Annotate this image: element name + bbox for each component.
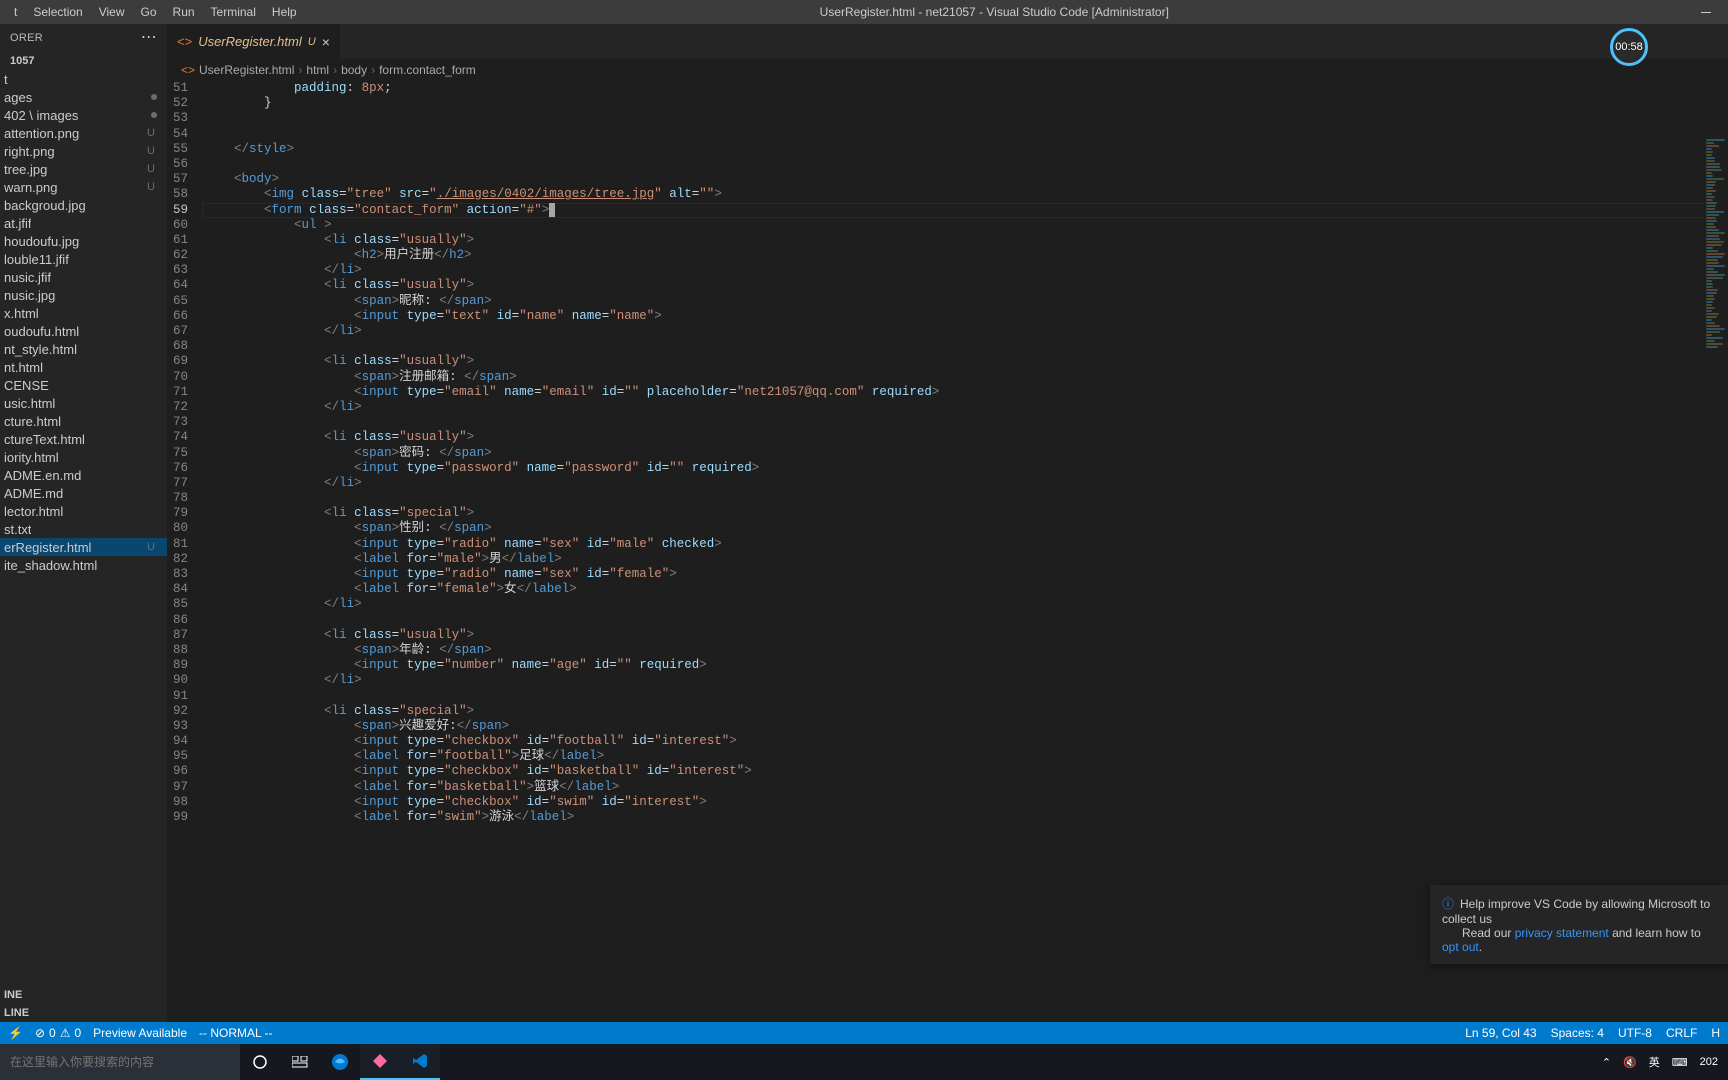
tray-year[interactable]: 202: [1700, 1056, 1718, 1068]
file-item[interactable]: nt_style.html: [0, 340, 167, 358]
tab-git-badge: U: [308, 36, 316, 48]
file-item[interactable]: louble11.jfif: [0, 250, 167, 268]
editor-tabs: <> UserRegister.html U ×: [167, 24, 1728, 59]
task-view-icon[interactable]: [280, 1044, 320, 1080]
vscode-icon[interactable]: [400, 1044, 440, 1080]
file-tree: tages402 \ imagesattention.pngUright.png…: [0, 70, 167, 574]
tab-close-icon[interactable]: ×: [322, 34, 330, 50]
file-item[interactable]: x.html: [0, 304, 167, 322]
notif-text-1: Help improve VS Code by allowing Microso…: [1442, 897, 1710, 926]
file-item[interactable]: nusic.jfif: [0, 268, 167, 286]
tray-keyboard-icon[interactable]: ⌨: [1672, 1056, 1688, 1069]
breadcrumb-file-icon: <>: [181, 63, 195, 77]
indent-indicator[interactable]: Spaces: 4: [1551, 1026, 1604, 1040]
file-item[interactable]: nt.html: [0, 358, 167, 376]
file-item[interactable]: ctureText.html: [0, 430, 167, 448]
chevron-right-icon: ›: [298, 63, 302, 77]
menu-run[interactable]: Run: [165, 2, 203, 22]
eol-indicator[interactable]: CRLF: [1666, 1026, 1697, 1040]
timer-badge: 00:58: [1610, 28, 1648, 66]
file-item[interactable]: st.txt: [0, 520, 167, 538]
file-item[interactable]: iority.html: [0, 448, 167, 466]
file-item[interactable]: oudoufu.html: [0, 322, 167, 340]
windows-taskbar: ⌃ 🔇 英 ⌨ 202: [0, 1044, 1728, 1080]
cursor-position[interactable]: Ln 59, Col 43: [1465, 1026, 1536, 1040]
menu-selection[interactable]: Selection: [25, 2, 90, 22]
project-name[interactable]: 1057: [0, 52, 167, 70]
minimize-button[interactable]: [1684, 0, 1728, 24]
breadcrumbs[interactable]: <> UserRegister.html › html › body › for…: [167, 59, 1728, 81]
chevron-right-icon: ›: [371, 63, 375, 77]
file-item[interactable]: ite_shadow.html: [0, 556, 167, 574]
tab-userregister[interactable]: <> UserRegister.html U ×: [167, 24, 340, 59]
encoding-indicator[interactable]: UTF-8: [1618, 1026, 1652, 1040]
editor-area: <> UserRegister.html U × <> UserRegister…: [167, 24, 1728, 1022]
preview-indicator[interactable]: Preview Available: [93, 1026, 187, 1040]
breadcrumb-body[interactable]: body: [341, 63, 367, 77]
notif-period: .: [1479, 940, 1482, 954]
menu-terminal[interactable]: Terminal: [203, 2, 264, 22]
vim-mode: -- NORMAL --: [199, 1026, 273, 1040]
breadcrumb-form[interactable]: form.contact_form: [379, 63, 476, 77]
tray-chevron-icon[interactable]: ⌃: [1602, 1056, 1611, 1069]
file-item[interactable]: CENSE: [0, 376, 167, 394]
menu-view[interactable]: View: [91, 2, 133, 22]
file-item[interactable]: ADME.en.md: [0, 466, 167, 484]
tray-volume-icon[interactable]: 🔇: [1623, 1056, 1637, 1069]
file-item[interactable]: tree.jpgU: [0, 160, 167, 178]
timeline-section[interactable]: LINE: [0, 1004, 167, 1022]
notification-toast[interactable]: ⓘHelp improve VS Code by allowing Micros…: [1430, 885, 1728, 964]
language-indicator[interactable]: H: [1711, 1026, 1720, 1040]
file-item[interactable]: usic.html: [0, 394, 167, 412]
file-item[interactable]: cture.html: [0, 412, 167, 430]
breadcrumb-file[interactable]: UserRegister.html: [199, 63, 294, 77]
chevron-right-icon: ›: [333, 63, 337, 77]
menu-go[interactable]: Go: [133, 2, 165, 22]
optout-link[interactable]: opt out: [1442, 940, 1479, 954]
html-file-icon: <>: [177, 34, 192, 49]
explorer-more-icon[interactable]: ⋯: [141, 30, 157, 46]
cortana-icon[interactable]: [240, 1044, 280, 1080]
info-icon: ⓘ: [1442, 897, 1454, 911]
app-icon[interactable]: [360, 1044, 400, 1080]
file-item[interactable]: erRegister.htmlU: [0, 538, 167, 556]
status-bar: ⚡ ⊘0 ⚠0 Preview Available -- NORMAL -- L…: [0, 1022, 1728, 1044]
notif-text-2a: Read our: [1442, 926, 1515, 940]
file-item[interactable]: attention.pngU: [0, 124, 167, 142]
tray-ime-icon[interactable]: 英: [1649, 1054, 1660, 1070]
file-item[interactable]: warn.pngU: [0, 178, 167, 196]
taskbar-search[interactable]: [0, 1044, 240, 1080]
taskbar-search-input[interactable]: [10, 1055, 230, 1069]
file-item[interactable]: nusic.jpg: [0, 286, 167, 304]
file-item[interactable]: lector.html: [0, 502, 167, 520]
file-item[interactable]: backgroud.jpg: [0, 196, 167, 214]
menu-edit[interactable]: t: [6, 2, 25, 22]
file-item[interactable]: ADME.md: [0, 484, 167, 502]
warning-icon: ⚠: [60, 1026, 71, 1040]
title-bar: t Selection View Go Run Terminal Help Us…: [0, 0, 1728, 24]
code-editor[interactable]: padding: 8px; } </style> <body> <img cla…: [204, 81, 1728, 1022]
explorer-sidebar: ORER ⋯ 1057 tages402 \ imagesattention.p…: [0, 24, 167, 1022]
breadcrumb-html[interactable]: html: [306, 63, 329, 77]
file-item[interactable]: at.jfif: [0, 214, 167, 232]
file-item[interactable]: t: [0, 70, 167, 88]
privacy-link[interactable]: privacy statement: [1515, 926, 1609, 940]
outline-section[interactable]: INE: [0, 986, 167, 1004]
line-gutter[interactable]: 5152535455565758596061626364656667686970…: [167, 81, 204, 1022]
menu-bar: t Selection View Go Run Terminal Help: [0, 2, 305, 22]
problems-indicator[interactable]: ⊘0 ⚠0: [35, 1026, 81, 1040]
file-item[interactable]: ages: [0, 88, 167, 106]
remote-button[interactable]: ⚡: [8, 1026, 23, 1040]
tab-filename: UserRegister.html: [198, 34, 302, 49]
error-icon: ⊘: [35, 1026, 45, 1040]
edge-icon[interactable]: [320, 1044, 360, 1080]
explorer-title: ORER: [10, 32, 43, 44]
file-item[interactable]: right.pngU: [0, 142, 167, 160]
window-title: UserRegister.html - net21057 - Visual St…: [305, 5, 1684, 19]
explorer-header: ORER ⋯: [0, 24, 167, 52]
file-item[interactable]: 402 \ images: [0, 106, 167, 124]
file-item[interactable]: houdoufu.jpg: [0, 232, 167, 250]
menu-help[interactable]: Help: [264, 2, 305, 22]
notif-text-2b: and learn how to: [1609, 926, 1701, 940]
